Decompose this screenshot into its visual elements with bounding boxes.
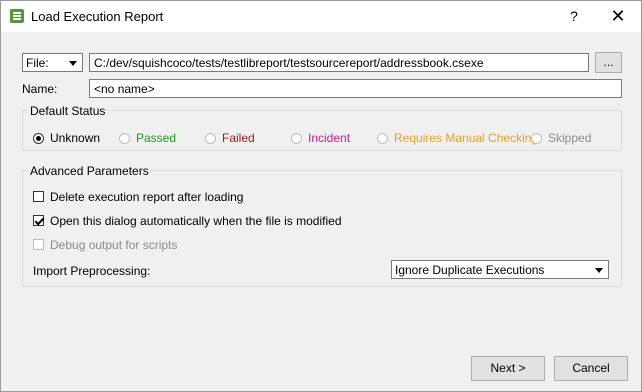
- name-label: Name:: [22, 82, 58, 96]
- close-button[interactable]: ✕: [605, 5, 631, 27]
- window-title: Load Execution Report: [31, 9, 164, 24]
- radio-passed-label: Passed: [136, 131, 177, 145]
- import-preprocessing-value: Ignore Duplicate Executions: [395, 263, 545, 277]
- checkbox-checked-indicator: [33, 215, 44, 226]
- file-type-value: File:: [26, 56, 49, 70]
- name-input[interactable]: [89, 79, 622, 98]
- dialog-window: Load Execution Report ? ✕ File: ... Name…: [0, 0, 642, 392]
- radio-indicator: [119, 133, 130, 144]
- checkbox-indicator: [33, 191, 44, 202]
- help-button[interactable]: ?: [561, 5, 587, 27]
- radio-indicator: [33, 133, 44, 144]
- cancel-button[interactable]: Cancel: [554, 356, 628, 381]
- chevron-down-icon: [592, 263, 606, 277]
- radio-indicator: [531, 133, 542, 144]
- delete-after-loading-label: Delete execution report after loading: [50, 190, 244, 204]
- chevron-down-icon: [66, 56, 80, 70]
- file-path-input[interactable]: [89, 53, 589, 72]
- radio-failed-label: Failed: [222, 131, 255, 145]
- radio-indicator: [291, 133, 302, 144]
- checkbox-indicator: [33, 239, 44, 250]
- radio-requires-manual-checking-label: Requires Manual Checking: [394, 131, 539, 145]
- default-status-title: Default Status: [28, 104, 108, 118]
- debug-output-label: Debug output for scripts: [50, 238, 178, 252]
- open-automatically-label: Open this dialog automatically when the …: [50, 214, 342, 228]
- import-preprocessing-label: Import Preprocessing:: [33, 264, 151, 278]
- app-icon: [10, 9, 24, 23]
- radio-incident-label: Incident: [308, 131, 351, 145]
- radio-indicator: [377, 133, 388, 144]
- radio-indicator: [205, 133, 216, 144]
- radio-unknown-label: Unknown: [50, 131, 101, 145]
- title-bar: Load Execution Report ? ✕: [1, 1, 641, 32]
- next-button[interactable]: Next >: [471, 356, 545, 381]
- advanced-parameters-title: Advanced Parameters: [28, 164, 151, 178]
- browse-button[interactable]: ...: [595, 52, 622, 73]
- import-preprocessing-select[interactable]: Ignore Duplicate Executions: [391, 260, 609, 279]
- radio-skipped-label: Skipped: [548, 131, 592, 145]
- file-type-combo[interactable]: File:: [22, 53, 83, 72]
